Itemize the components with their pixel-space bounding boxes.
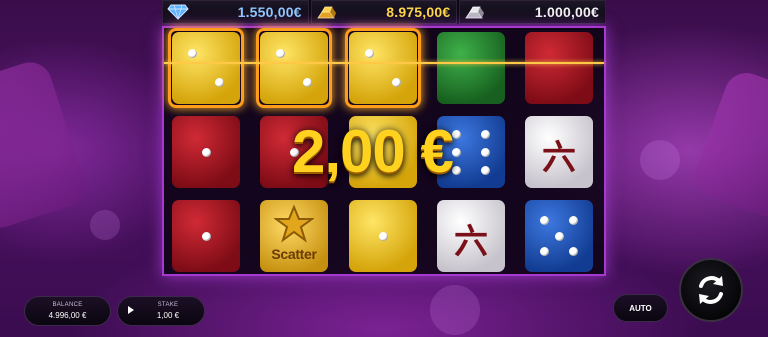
die-pip: [481, 165, 491, 175]
jackpot-bar: 1.550,00€ 8.975,00€ 1.000,00€: [162, 0, 607, 24]
silver-bars-icon: [465, 6, 485, 19]
gold-bars-icon: [316, 6, 336, 19]
background-die-left: [0, 56, 91, 234]
jackpot-silver-value: 1.000,00€: [534, 4, 600, 20]
win-highlight-frame: [168, 28, 244, 108]
background-die-right: [688, 66, 768, 224]
bokeh-light: [640, 140, 680, 180]
die-cell: [345, 28, 421, 108]
red-die: [525, 32, 593, 104]
balance-display: BALANCE 4.996,00 €: [24, 296, 111, 326]
die-pip: [554, 231, 564, 241]
win-highlight-frame: [256, 28, 332, 108]
die-cell: [349, 200, 417, 272]
green-die: [437, 32, 505, 104]
die-pip: [481, 147, 491, 157]
jackpot-silver: 1.000,00€: [459, 0, 607, 24]
die-cell: Scatter: [260, 200, 328, 272]
win-amount: 2,00 €: [292, 118, 454, 185]
auto-button[interactable]: AUTO: [613, 294, 668, 322]
die-pip: [201, 147, 211, 157]
die-cell: 六: [437, 200, 505, 272]
jackpot-diamond: 1.550,00€: [162, 0, 309, 24]
auto-label: AUTO: [629, 304, 652, 313]
kanji-symbol: 六: [454, 222, 488, 262]
kanji-symbol: 六: [542, 138, 576, 178]
balance-label: BALANCE: [52, 302, 83, 308]
refresh-spin-icon: [699, 276, 723, 304]
die-pip: [201, 231, 211, 241]
die-cell: [437, 32, 505, 104]
die-cell: [525, 32, 593, 104]
bokeh-light: [90, 210, 120, 240]
jackpot-gold: 8.975,00€: [310, 0, 458, 24]
balance-value: 4.996,00 €: [48, 311, 87, 320]
die-pip: [539, 215, 549, 225]
die-pip: [378, 231, 388, 241]
win-highlight-frame: [345, 28, 421, 108]
die-cell: [256, 28, 332, 108]
die-cell: [168, 28, 244, 108]
die-cell: 六: [525, 116, 593, 188]
star-icon: [274, 204, 314, 243]
stake-value: 1,00 €: [156, 311, 180, 320]
jackpot-diamond-value: 1.550,00€: [237, 4, 302, 20]
diamond-icon: [167, 4, 189, 20]
stake-label: STAKE: [157, 302, 179, 308]
die-cell: [172, 200, 240, 272]
spin-button[interactable]: [679, 258, 743, 322]
die-cell: [172, 116, 240, 188]
jackpot-gold-value: 8.975,00€: [386, 4, 451, 20]
scatter-label: Scatter: [271, 246, 317, 262]
die-pip: [539, 247, 549, 257]
bokeh-light: [430, 285, 480, 335]
die-cell: [525, 200, 593, 272]
payline: [164, 62, 604, 64]
die-pip: [481, 129, 491, 139]
stake-button[interactable]: STAKE 1,00 €: [117, 296, 205, 326]
